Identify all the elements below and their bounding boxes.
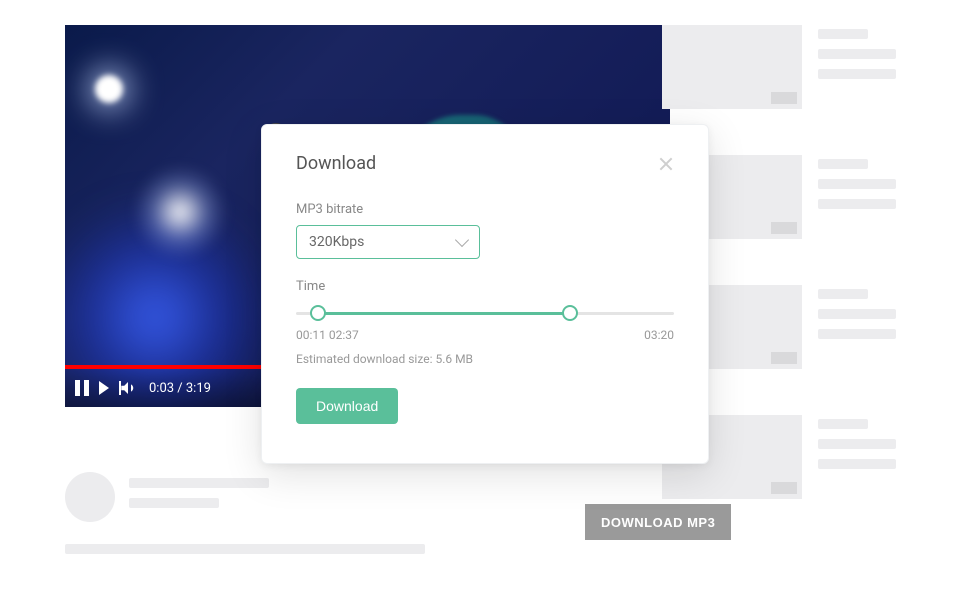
- time-display: 0:03 / 3:19: [149, 381, 211, 396]
- video-meta-skeleton: [65, 472, 640, 522]
- spotlight: [95, 75, 123, 103]
- modal-title: Download: [296, 153, 376, 174]
- chevron-down-icon: [455, 233, 469, 247]
- avatar-placeholder: [65, 472, 115, 522]
- download-button[interactable]: Download: [296, 388, 398, 424]
- skeleton-line: [129, 478, 269, 488]
- bitrate-select[interactable]: 320Kbps: [296, 225, 480, 259]
- bitrate-label: MP3 bitrate: [296, 202, 674, 217]
- download-modal: Download MP3 bitrate 320Kbps Time 00:11 …: [261, 124, 709, 464]
- skeleton-line: [65, 544, 425, 554]
- skeleton-line: [129, 498, 219, 508]
- time-range-slider[interactable]: [296, 304, 674, 322]
- volume-icon[interactable]: [119, 379, 137, 397]
- time-label: Time: [296, 279, 674, 294]
- download-mp3-button[interactable]: DOWNLOAD MP3: [585, 504, 731, 540]
- slider-handle-start[interactable]: [310, 305, 326, 321]
- total-duration: 03:20: [644, 328, 674, 342]
- slider-fill: [314, 312, 569, 315]
- slider-handle-end[interactable]: [562, 305, 578, 321]
- close-icon[interactable]: [658, 156, 674, 172]
- pause-icon[interactable]: [75, 380, 89, 396]
- time-range-values: 00:11 02:37: [296, 328, 359, 342]
- spotlight: [125, 157, 235, 267]
- estimated-size: Estimated download size: 5.6 MB: [296, 352, 674, 366]
- next-icon[interactable]: [99, 381, 109, 395]
- list-item: [662, 25, 955, 109]
- thumbnail-placeholder: [662, 25, 802, 109]
- bitrate-value: 320Kbps: [309, 234, 364, 250]
